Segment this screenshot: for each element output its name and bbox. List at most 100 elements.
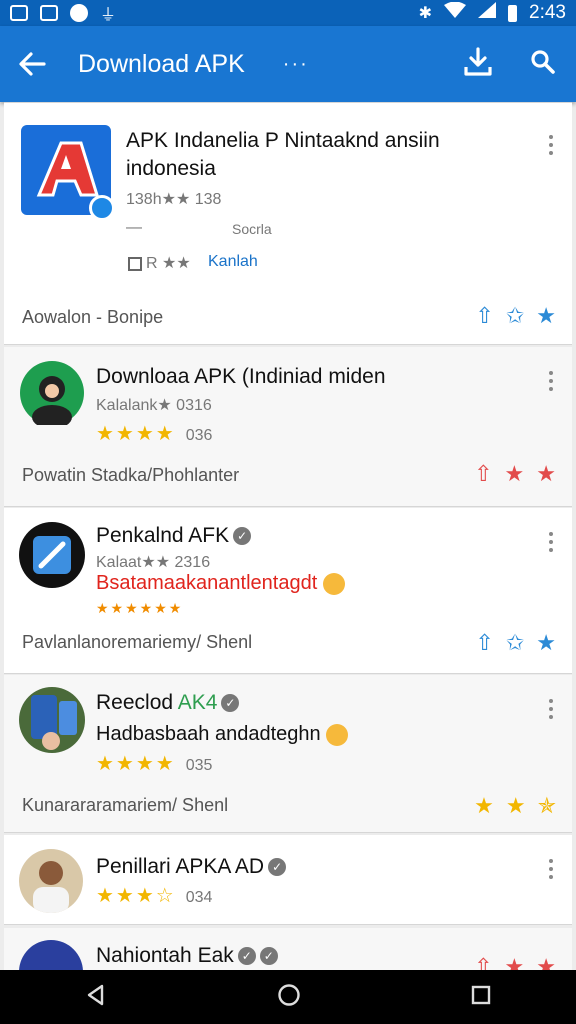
- person-photo-icon: [33, 861, 69, 913]
- card-footer: Kunarararamariem/ Shenl: [22, 795, 229, 815]
- page-title: Download APK: [78, 49, 245, 78]
- mail-icon: [40, 5, 58, 21]
- promo-text: Bsatamaakanantlentagdt: [96, 572, 345, 595]
- card-footer: Aowalon - Bonipe: [22, 307, 164, 327]
- card-footer: Powatin Stadka/Phohlanter: [22, 465, 240, 485]
- battery-icon: [508, 4, 518, 22]
- rating-sub: Kalalank★ 0316: [96, 397, 212, 414]
- list-item[interactable]: Reeclod AK4 ✓ Hadbasbaah andadteghn ★★★★ 0…: [4, 675, 572, 833]
- list-item[interactable]: Penillari APKA AD ✓ ★★★☆ 034: [4, 835, 572, 925]
- card-actions: ⇧ ✩ ★: [475, 630, 556, 656]
- back-button[interactable]: [0, 51, 64, 77]
- card-footer: Pavlanlanoremariemy/ Shenl: [22, 632, 253, 652]
- verified-icon: ✓: [221, 694, 240, 713]
- verified-icon: ✓: [268, 858, 287, 877]
- verified-icon: ✓: [233, 527, 252, 546]
- smile-emoji-icon: [322, 572, 345, 595]
- bluetooth-icon: ✱: [418, 5, 433, 22]
- circle-home-icon: [278, 983, 300, 1006]
- card-actions: ⇧ ✩ ★: [475, 303, 556, 329]
- app-title[interactable]: Penillari APKA AD ✓: [96, 855, 287, 879]
- avatar: [19, 687, 85, 753]
- star-add-icon[interactable]: ★: [536, 954, 556, 970]
- favorite-icon[interactable]: ★: [536, 303, 556, 329]
- dash-text: —: [126, 219, 142, 236]
- star-rating: ★★★★ 036: [96, 423, 213, 445]
- meta-text: Socrla: [232, 221, 272, 237]
- nav-home-button[interactable]: [277, 983, 301, 1012]
- star-rating: ★★★★★★: [96, 600, 184, 616]
- star-icon[interactable]: ★: [474, 793, 494, 819]
- app-title[interactable]: Downloaa APK (Indiniad miden: [96, 365, 386, 389]
- app-icon: [21, 125, 115, 221]
- list-item[interactable]: Nahiontah Eak ✓ ✓ ⇧ ★ ★: [4, 928, 572, 970]
- favorite-icon[interactable]: ★: [505, 954, 525, 970]
- favorite-icon[interactable]: ★: [536, 630, 556, 656]
- wifi-icon: [444, 1, 467, 24]
- smile-emoji-icon: [326, 723, 349, 746]
- status-time: 2:43: [529, 2, 566, 23]
- avatar: [19, 849, 83, 913]
- pen-app-icon: [33, 536, 71, 574]
- app-title[interactable]: Reeclod AK4 ✓: [96, 691, 240, 715]
- favorite-icon[interactable]: ★: [505, 461, 525, 487]
- download-button[interactable]: [464, 46, 492, 82]
- verified-badge-icon: [89, 195, 115, 221]
- app-bar: Download APK ···: [0, 26, 576, 102]
- app-icon: [19, 522, 85, 588]
- card-actions: ⇧ ★ ★: [474, 461, 556, 487]
- usb-icon: ⏚: [100, 7, 117, 24]
- list-item[interactable]: Downloaa APK (Indiniad miden Kalalank★ 0…: [4, 347, 572, 507]
- person-avatar-icon: [32, 376, 72, 429]
- share-icon[interactable]: ⇧: [474, 461, 492, 487]
- system-nav-bar: [0, 970, 576, 1024]
- card-actions: ★ ★ ✯: [474, 793, 556, 819]
- rating-text: 138h★★ 138: [126, 191, 222, 208]
- chip-text: R ★★: [128, 253, 191, 273]
- back-arrow-icon: [19, 52, 46, 76]
- app-title[interactable]: APK Indanelia P Nintaaknd ansiin: [126, 129, 440, 153]
- share-icon[interactable]: ⇧: [475, 630, 493, 656]
- download-icon: [464, 46, 492, 76]
- rating-sub: Kalaat★★ 2316: [96, 554, 211, 571]
- overflow-menu-icon[interactable]: [548, 532, 554, 552]
- nav-recents-button[interactable]: [470, 984, 492, 1011]
- star-add-icon[interactable]: ★: [536, 461, 556, 487]
- square-recents-icon: [471, 985, 490, 1004]
- overflow-menu-icon[interactable]: [548, 859, 554, 879]
- share-icon[interactable]: ⇧: [474, 954, 492, 970]
- star-add-icon[interactable]: ✩: [506, 303, 524, 329]
- nav-back-button[interactable]: [84, 983, 108, 1012]
- gallery-icon: [10, 5, 28, 21]
- avatar: [19, 940, 83, 970]
- status-bar: ⏚ ✱ 2:43: [0, 0, 576, 26]
- list-item[interactable]: Penkalnd AFK ✓ Kalaat★★ 2316 Bsatamaakana…: [4, 508, 572, 674]
- app-title[interactable]: Penkalnd AFK ✓: [96, 524, 252, 548]
- app-link[interactable]: Kanlah: [208, 253, 258, 271]
- app-title[interactable]: Nahiontah Eak ✓ ✓: [96, 944, 278, 968]
- verified-icon: ✓: [259, 947, 278, 966]
- triangle-back-icon: [88, 984, 104, 1005]
- star-add-icon[interactable]: ✩: [506, 630, 524, 656]
- search-button[interactable]: [530, 49, 556, 80]
- phone-photo-icon: [31, 695, 77, 750]
- app-title-line2: indonesia: [126, 157, 216, 180]
- avatar: [20, 361, 84, 429]
- overflow-menu-icon[interactable]: [548, 371, 554, 391]
- list-item[interactable]: APK Indanelia P Nintaaknd ansiin indones…: [4, 102, 572, 345]
- search-icon: [531, 49, 555, 74]
- share-icon[interactable]: ⇧: [475, 303, 493, 329]
- signal-icon: [478, 2, 497, 24]
- star-rating: ★★★★ 035: [96, 753, 213, 775]
- star-icon[interactable]: ★: [506, 793, 526, 819]
- verified-icon: ✓: [237, 947, 256, 966]
- more-dots[interactable]: ···: [283, 53, 309, 76]
- star-rating: ★★★☆ 034: [96, 885, 213, 907]
- star-half-icon[interactable]: ✯: [538, 793, 556, 819]
- app-list: APK Indanelia P Nintaaknd ansiin indones…: [4, 102, 572, 970]
- overflow-menu-icon[interactable]: [548, 135, 554, 155]
- overflow-menu-icon[interactable]: [548, 699, 554, 719]
- card-actions: ⇧ ★ ★: [474, 954, 556, 970]
- book-icon: [128, 256, 142, 271]
- promo-text: Hadbasbaah andadteghn: [96, 723, 349, 746]
